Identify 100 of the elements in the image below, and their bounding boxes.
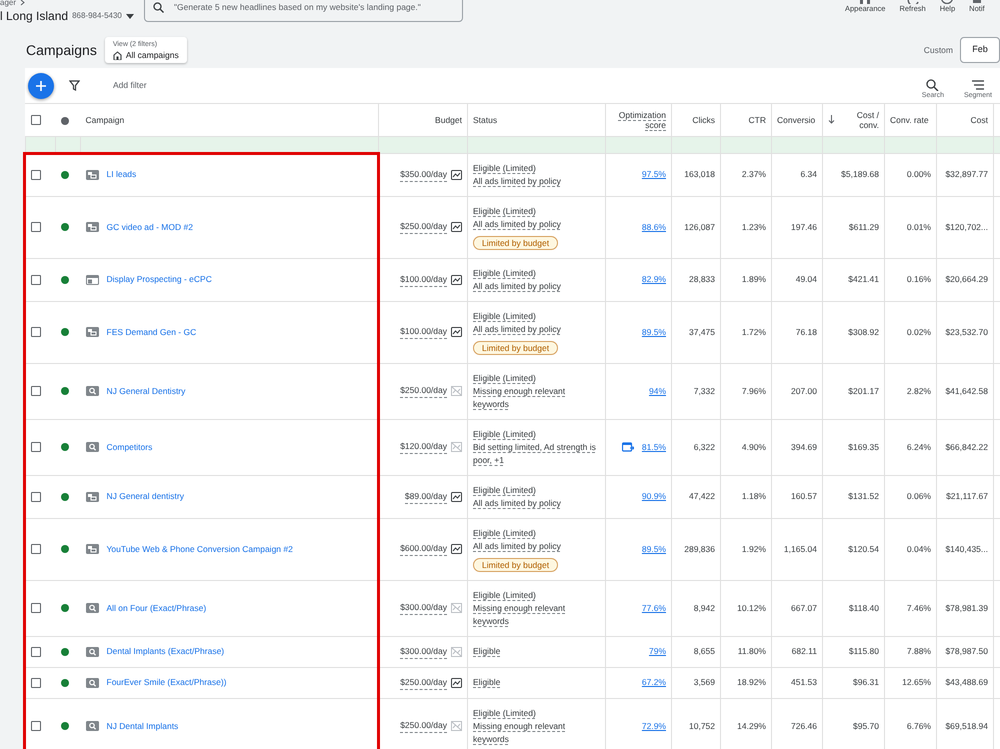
campaign-link[interactable]: LI leads <box>106 168 136 181</box>
optimization-score-link[interactable]: 72.9% <box>642 720 666 732</box>
column-header[interactable]: Status <box>473 114 498 125</box>
status-detail[interactable]: All ads limited by policy <box>473 496 561 510</box>
budget-value[interactable]: $600.00/day <box>400 542 447 556</box>
status-text[interactable]: Eligible (Limited) <box>473 268 536 278</box>
campaign-link[interactable]: Display Prospecting - eCPC <box>106 273 212 286</box>
budget-value[interactable]: $300.00/day <box>400 601 447 615</box>
column-header[interactable]: CTR <box>748 114 766 125</box>
status-detail[interactable]: All ads limited by policy <box>473 174 561 188</box>
add-filter-button[interactable]: Add filter <box>113 79 147 92</box>
table-cell: 726.46 <box>791 720 817 730</box>
budget-value[interactable]: $100.00/day <box>400 325 447 339</box>
table-cell: 12.65% <box>902 677 931 687</box>
date-range-button[interactable]: Feb <box>960 37 1000 63</box>
optimization-score-link[interactable]: 94% <box>648 384 666 398</box>
optimization-score-link[interactable]: 82.9% <box>642 273 666 286</box>
optimization-score-link[interactable]: 67.2% <box>642 676 666 689</box>
column-header[interactable]: Optimization score <box>611 110 666 130</box>
optimization-score-link[interactable]: 77.6% <box>642 602 666 614</box>
optimization-score-link[interactable]: 88.6% <box>642 220 666 234</box>
budget-value[interactable]: $89.00/day <box>404 490 447 504</box>
campaign-link[interactable]: NJ General Dentistry <box>106 384 186 398</box>
search-bar[interactable]: "Generate 5 new headlines based on my website's landing page." <box>144 0 463 22</box>
budget-value[interactable]: $250.00/day <box>400 719 447 733</box>
campaign-link[interactable]: All on Four (Exact/Phrase) <box>106 602 206 614</box>
table-cell: $131.52 <box>848 491 879 501</box>
table-cell: $120,702... <box>945 222 988 232</box>
breadcrumb-link[interactable]: ager <box>0 0 16 7</box>
account-name: l Long Island <box>0 8 68 25</box>
table-cell: $201.17 <box>848 386 879 396</box>
table-cell: 37,475 <box>689 326 715 336</box>
status-text[interactable]: Eligible (Limited) <box>473 528 536 538</box>
status-detail[interactable]: All ads limited by policy <box>473 280 561 292</box>
campaign-link[interactable]: NJ General dentistry <box>106 490 184 503</box>
column-header[interactable]: Cost <box>970 114 988 125</box>
optimization-score-link[interactable]: 90.9% <box>642 490 666 503</box>
status-text[interactable]: Eligible (Limited) <box>473 484 536 494</box>
status-text[interactable]: Eligible (Limited) <box>473 372 536 382</box>
table-cell: 0.16% <box>906 274 931 284</box>
column-header[interactable]: Cost / conv. <box>834 110 879 130</box>
column-header[interactable]: Conversio <box>777 114 816 125</box>
budget-value[interactable]: $300.00/day <box>400 644 447 658</box>
status-text[interactable]: Eligible (Limited) <box>473 708 536 718</box>
status-detail[interactable]: Missing enough relevant keywords <box>473 384 600 410</box>
campaign-link[interactable]: Dental Implants (Exact/Phrase) <box>106 645 224 658</box>
budget-value[interactable]: $100.00/day <box>400 272 447 286</box>
budget-value[interactable]: $250.00/day <box>400 676 447 690</box>
column-header[interactable]: Campaign <box>86 114 124 125</box>
date-range-label: Custom <box>924 44 953 56</box>
status-detail[interactable]: All ads limited by policy <box>473 218 561 230</box>
table-cell: 197.46 <box>791 222 817 232</box>
status-detail[interactable]: Bid setting limited, Ad strength is poor, +1 <box>473 440 600 466</box>
column-header[interactable]: Clicks <box>692 114 715 125</box>
status-detail[interactable]: All ads limited by policy <box>473 540 561 552</box>
status-text[interactable]: Eligible (Limited) <box>473 428 536 438</box>
status-detail[interactable]: Missing enough relevant keywords <box>473 720 600 746</box>
optimization-score-link[interactable]: 97.5% <box>642 168 666 181</box>
table-cell: 207.00 <box>791 386 817 396</box>
table-cell: 1.72% <box>742 326 766 336</box>
status-text[interactable]: Eligible (Limited) <box>473 162 536 172</box>
table-cell: 4.90% <box>742 442 766 452</box>
campaign-link[interactable]: NJ Dental Implants <box>106 720 178 732</box>
campaign-link[interactable]: Competitors <box>106 440 152 454</box>
budget-value[interactable]: $350.00/day <box>400 168 447 182</box>
campaign-link[interactable]: YouTube Web & Phone Conversion Campaign #2 <box>106 542 293 556</box>
status-detail[interactable]: All ads limited by policy <box>473 322 561 336</box>
table-cell: $69,518.94 <box>945 720 988 730</box>
table-cell: 0.06% <box>906 491 931 501</box>
budget-value[interactable]: $250.00/day <box>400 384 447 398</box>
optimization-score-link[interactable]: 89.5% <box>642 326 666 338</box>
column-header[interactable]: Conv. rate <box>890 114 929 125</box>
status-text[interactable]: Eligible (Limited) <box>473 590 536 600</box>
status-text[interactable]: Eligible <box>473 677 500 687</box>
table-cell: 14.29% <box>737 720 766 730</box>
table-cell: 163,018 <box>684 169 715 179</box>
table-cell: 2.37% <box>742 169 766 179</box>
search-field[interactable]: "Generate 5 new headlines based on my website's landing page." <box>172 0 452 14</box>
table-cell: $120.54 <box>848 544 879 554</box>
status-text[interactable]: Eligible <box>473 646 500 656</box>
campaign-link[interactable]: FES Demand Gen - GC <box>106 326 196 338</box>
table-cell: 682.11 <box>792 646 817 656</box>
table-cell: 6.34 <box>800 169 817 179</box>
table-cell: 1.23% <box>742 222 766 232</box>
budget-value[interactable]: $120.00/day <box>400 440 447 454</box>
table-cell: 0.04% <box>906 544 931 554</box>
optimization-score-link[interactable]: 79% <box>648 645 666 658</box>
status-text[interactable]: Eligible (Limited) <box>473 206 536 216</box>
column-header[interactable]: Budget <box>435 114 462 125</box>
status-text[interactable]: Eligible (Limited) <box>473 310 536 320</box>
campaign-link[interactable]: FourEver Smile (Exact/Phrase)) <box>106 676 226 689</box>
optimization-score-link[interactable]: 81.5% <box>642 440 666 454</box>
budget-value[interactable]: $250.00/day <box>400 220 447 234</box>
table-cell: $169.35 <box>848 442 879 452</box>
campaign-link[interactable]: GC video ad - MOD #2 <box>106 220 193 234</box>
table-cell: 6.24% <box>906 442 931 452</box>
optimization-score-link[interactable]: 89.5% <box>642 542 666 556</box>
status-detail[interactable]: Missing enough relevant keywords <box>473 602 600 628</box>
table-cell: 451.53 <box>791 677 817 687</box>
table-cell: $41,642.58 <box>945 386 988 396</box>
